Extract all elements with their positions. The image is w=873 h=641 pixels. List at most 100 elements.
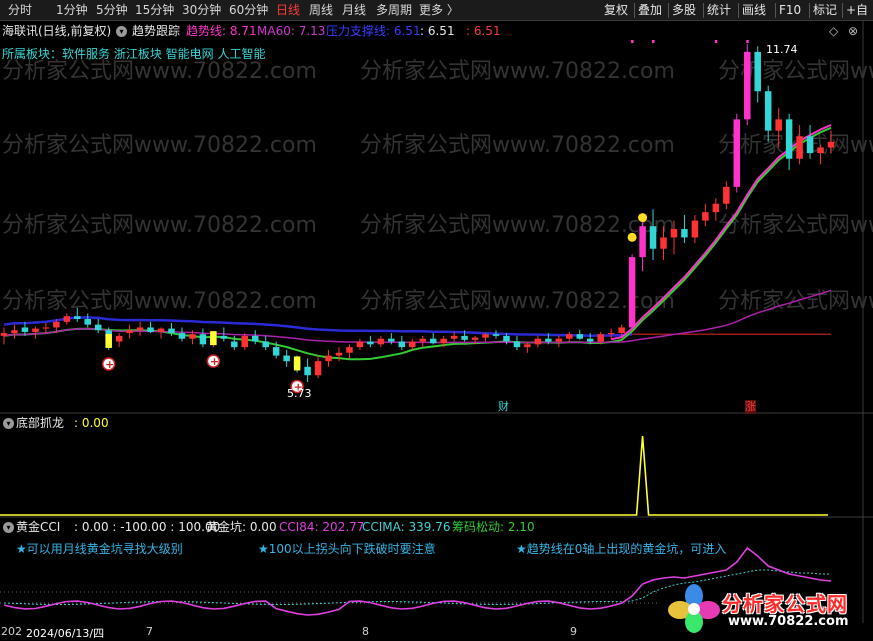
candle-body[interactable] bbox=[220, 335, 228, 339]
limit-up-marker[interactable]: 涨 bbox=[745, 400, 756, 414]
candle-body[interactable] bbox=[639, 226, 646, 258]
panel3-values: : 0.00 : -100.00 : 100.00 bbox=[74, 520, 221, 534]
candle-body[interactable] bbox=[796, 136, 803, 159]
month-7: 7 bbox=[146, 625, 153, 638]
candle-body[interactable] bbox=[628, 257, 636, 328]
candle-body[interactable] bbox=[576, 334, 584, 339]
candle-body[interactable] bbox=[806, 136, 814, 154]
candle-body[interactable] bbox=[702, 212, 709, 221]
panel2-menu-icon[interactable]: ▾ bbox=[3, 418, 14, 429]
candle-body[interactable] bbox=[524, 344, 531, 348]
pressure-line-value: 压力支撑线: 6.51 bbox=[326, 24, 421, 38]
candle-body[interactable] bbox=[377, 338, 385, 345]
candle-body[interactable] bbox=[367, 341, 374, 345]
candle-body[interactable] bbox=[775, 119, 782, 131]
candle-body[interactable] bbox=[0, 333, 8, 336]
candle-body[interactable] bbox=[251, 335, 259, 342]
candle-body[interactable] bbox=[262, 341, 269, 348]
candle-body[interactable] bbox=[157, 328, 165, 332]
candle-body[interactable] bbox=[168, 328, 175, 334]
close-panel-icon[interactable]: ⊗ bbox=[848, 24, 858, 38]
candle-body[interactable] bbox=[314, 361, 322, 376]
candle-body[interactable] bbox=[691, 220, 699, 238]
candle-body[interactable] bbox=[513, 341, 521, 348]
yellow-signal-bar bbox=[210, 331, 217, 346]
yellow-signal-bar bbox=[105, 333, 112, 348]
candle-body[interactable] bbox=[461, 335, 468, 340]
candle-body[interactable] bbox=[754, 51, 761, 92]
candle-body[interactable] bbox=[178, 333, 186, 339]
candle-body[interactable] bbox=[325, 355, 332, 362]
candle-body[interactable] bbox=[84, 319, 91, 325]
candle-body[interactable] bbox=[534, 338, 542, 345]
candle-body[interactable] bbox=[94, 324, 102, 331]
candle-body[interactable] bbox=[566, 334, 573, 339]
candle-body[interactable] bbox=[283, 355, 290, 362]
green-trend-line bbox=[3, 126, 832, 361]
candle-body[interactable] bbox=[147, 327, 154, 332]
candle-body[interactable] bbox=[42, 327, 50, 329]
candle-body[interactable] bbox=[346, 347, 353, 353]
watermark-text: 分析家公式网www.70822.com bbox=[718, 59, 873, 84]
candle-body[interactable] bbox=[11, 330, 18, 334]
candle-body[interactable] bbox=[471, 337, 479, 340]
candle-body[interactable] bbox=[744, 51, 751, 120]
candle-body[interactable] bbox=[126, 330, 133, 334]
diamond-icon[interactable]: ◇ bbox=[829, 24, 838, 38]
watermark-layer: 分析家公式网www.70822.com 分析家公式网www.70822.com 分析… bbox=[2, 59, 873, 314]
candle-body[interactable] bbox=[649, 226, 657, 249]
candle-body[interactable] bbox=[409, 341, 416, 348]
watermark-text: 分析家公式网www.70822.com bbox=[360, 133, 675, 158]
candle-body[interactable] bbox=[115, 335, 123, 342]
candle-body[interactable] bbox=[785, 119, 793, 159]
candle-body[interactable] bbox=[53, 321, 60, 328]
candle-body[interactable] bbox=[723, 186, 730, 204]
candle-body[interactable] bbox=[764, 91, 772, 131]
candle-body[interactable] bbox=[429, 338, 437, 344]
candle-body[interactable] bbox=[304, 366, 311, 376]
candle-body[interactable] bbox=[388, 338, 395, 342]
candle-body[interactable] bbox=[21, 327, 29, 332]
candle-body[interactable] bbox=[398, 341, 406, 348]
candle-body[interactable] bbox=[63, 316, 71, 322]
candle-body[interactable] bbox=[32, 328, 39, 332]
candle-body[interactable] bbox=[545, 338, 552, 342]
candle-body[interactable] bbox=[419, 338, 426, 342]
candle-body[interactable] bbox=[712, 203, 720, 213]
watermark-text: 分析家公式网www.70822.com bbox=[360, 213, 675, 238]
watermark-text: 分析家公式网www.70822.com bbox=[360, 289, 675, 314]
candle-body[interactable] bbox=[618, 327, 625, 334]
trend-line-value: 趋势线: 8.71 bbox=[186, 24, 257, 38]
candle-body[interactable] bbox=[136, 327, 144, 331]
candle-body[interactable] bbox=[607, 333, 615, 335]
candle-body[interactable] bbox=[356, 341, 364, 348]
candle-body[interactable] bbox=[817, 147, 824, 154]
panel3-menu-icon[interactable]: ▾ bbox=[3, 522, 14, 533]
indicator-menu-icon[interactable]: ▾ bbox=[116, 26, 127, 37]
candle-body[interactable] bbox=[74, 316, 81, 320]
candle-body[interactable] bbox=[450, 335, 458, 339]
candle-body[interactable] bbox=[660, 237, 667, 249]
candle-body[interactable] bbox=[555, 338, 563, 342]
date-cursor: 2024/06/13/四 bbox=[26, 627, 105, 640]
watermark-text: 分析家公式网www.70822.com bbox=[2, 59, 317, 84]
candle-body[interactable] bbox=[503, 335, 510, 342]
candle-body[interactable] bbox=[231, 341, 238, 348]
candle-body[interactable] bbox=[241, 335, 249, 348]
candle-body[interactable] bbox=[492, 334, 500, 336]
candle-body[interactable] bbox=[681, 229, 688, 238]
candle-body[interactable] bbox=[272, 347, 280, 356]
candle-body[interactable] bbox=[440, 338, 447, 344]
main-indicator-lines bbox=[3, 124, 832, 361]
candle-body[interactable] bbox=[597, 334, 604, 342]
candle-body[interactable] bbox=[733, 119, 741, 187]
candle-body[interactable] bbox=[189, 334, 196, 339]
candle-body[interactable] bbox=[670, 229, 678, 238]
candle-body[interactable] bbox=[482, 334, 489, 338]
magenta-tick-mark bbox=[746, 40, 749, 43]
candle-body[interactable] bbox=[586, 338, 594, 342]
candle-body[interactable] bbox=[199, 334, 207, 345]
candle-body[interactable] bbox=[827, 141, 835, 148]
finance-marker[interactable]: 财 bbox=[498, 400, 509, 414]
candle-body[interactable] bbox=[335, 352, 343, 356]
